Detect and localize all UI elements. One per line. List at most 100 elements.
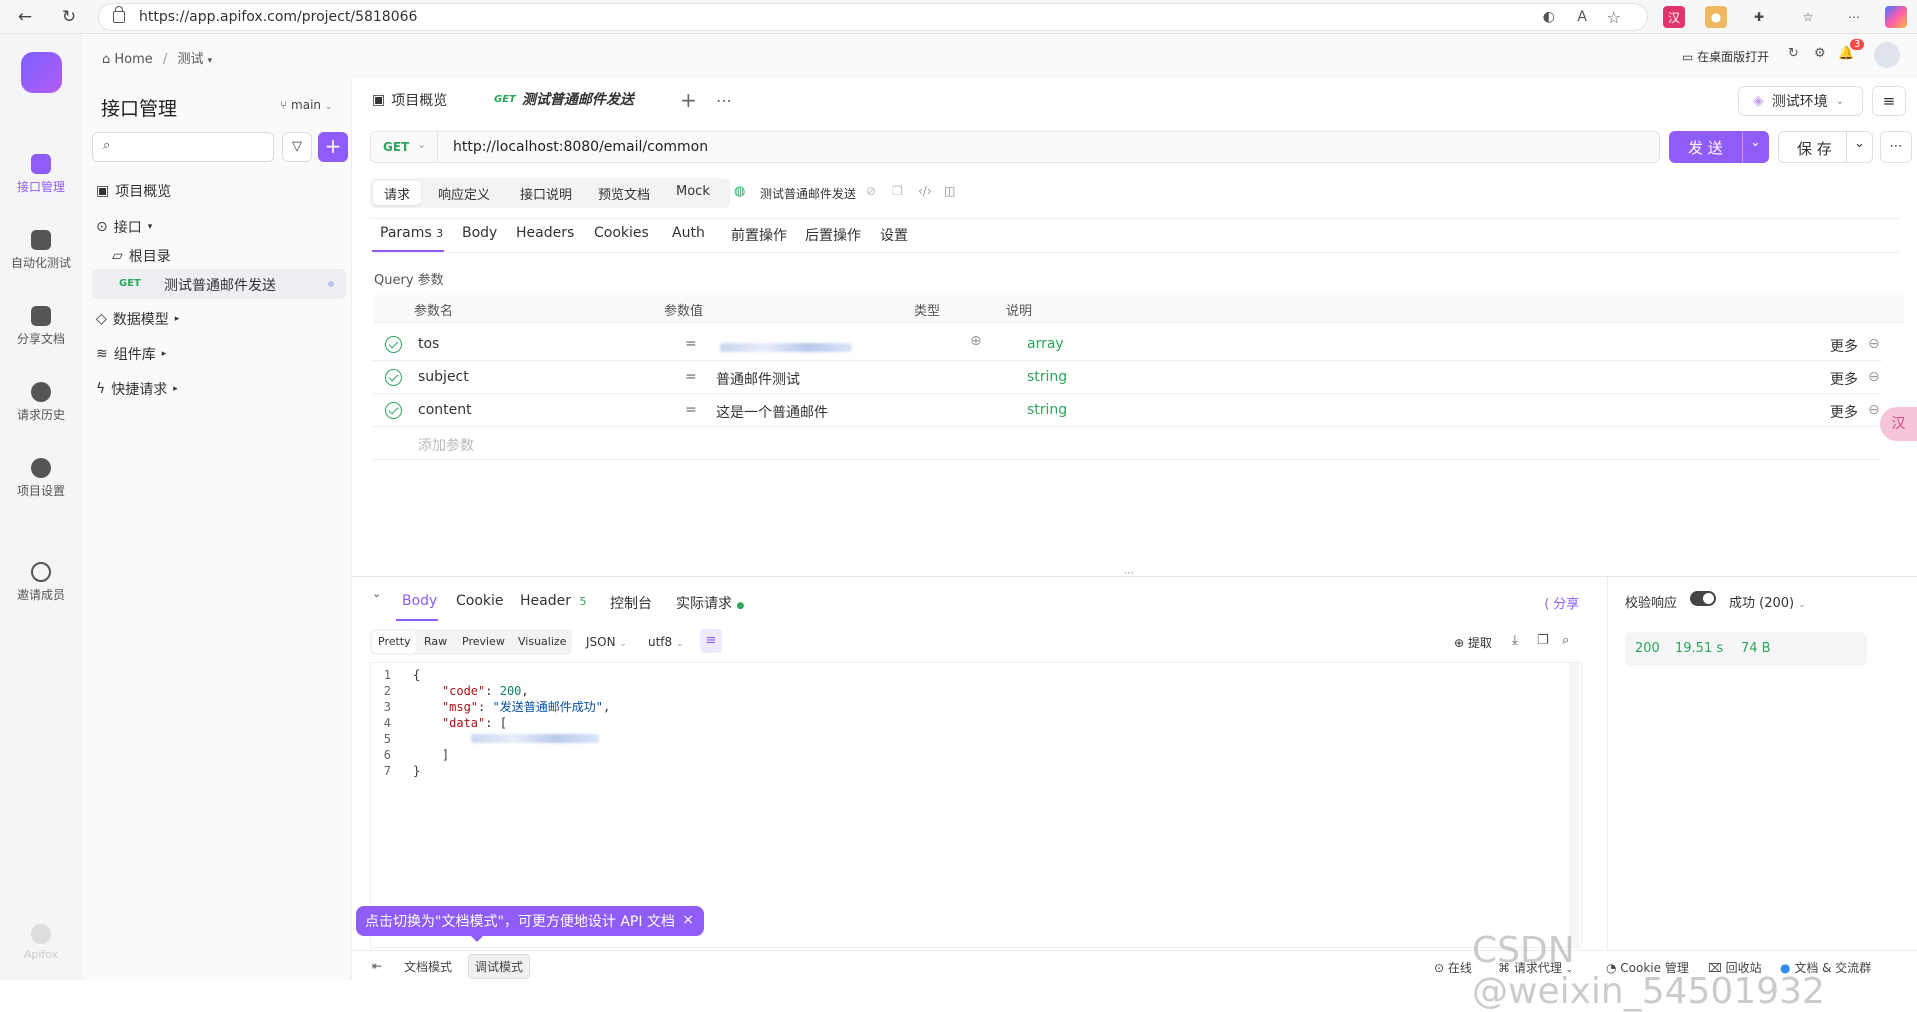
rail-invite[interactable]: 邀请成员 bbox=[0, 562, 82, 603]
subtab-pre[interactable]: 前置操作 bbox=[731, 225, 787, 245]
minus-circle-icon[interactable]: ⊖ bbox=[1868, 369, 1880, 385]
resp-tab-console[interactable]: 控制台 bbox=[610, 593, 652, 613]
rail-settings[interactable]: 项目设置 bbox=[0, 458, 82, 499]
scrollbar[interactable] bbox=[1569, 663, 1579, 947]
download-icon[interactable]: ⤓ bbox=[1512, 633, 1518, 648]
new-tab-button[interactable]: + bbox=[680, 78, 697, 122]
encoding-select[interactable]: utf8 ⌄ bbox=[648, 635, 684, 649]
tree-root-folder[interactable]: ▱ 根目录 bbox=[112, 246, 171, 266]
favorite-icon[interactable]: ☆ bbox=[1607, 8, 1621, 27]
breadcrumb-project[interactable]: 测试 bbox=[177, 52, 203, 67]
url-input[interactable]: http://localhost:8080/email/common bbox=[453, 139, 708, 155]
more-icon[interactable]: ⋯ bbox=[1843, 6, 1865, 28]
subtab-cookies[interactable]: Cookies bbox=[594, 225, 649, 241]
menu-button[interactable]: ≡ bbox=[1872, 86, 1906, 116]
param-type[interactable]: array bbox=[1027, 336, 1064, 352]
rail-history[interactable]: 请求历史 bbox=[0, 382, 82, 423]
address-bar[interactable]: https://app.apifox.com/project/5818066 ◐… bbox=[98, 3, 1648, 31]
add-param-input[interactable]: 添加参数 bbox=[418, 435, 474, 455]
save-button[interactable]: 保 存 ⌄ bbox=[1778, 131, 1873, 163]
subtab-settings[interactable]: 设置 bbox=[880, 225, 908, 245]
collapse-panel-icon[interactable]: ⇤ bbox=[372, 959, 382, 973]
doc-mode-button[interactable]: 文档模式 bbox=[404, 958, 452, 975]
resp-tab-header[interactable]: Header 5 bbox=[520, 593, 586, 609]
open-desktop-link[interactable]: ▭ 在桌面版打开 bbox=[1682, 48, 1769, 65]
param-value[interactable]: 这是一个普通邮件 bbox=[716, 402, 828, 422]
gear-icon[interactable]: ⚙ bbox=[1814, 46, 1826, 61]
more-link[interactable]: 更多 bbox=[1830, 402, 1858, 422]
extension-avatar-icon[interactable]: ● bbox=[1705, 6, 1727, 28]
mode-tab-mock[interactable]: Mock bbox=[676, 184, 710, 199]
extension-icon[interactable]: 汉 bbox=[1663, 6, 1685, 28]
param-value-blurred[interactable] bbox=[720, 340, 852, 356]
avatar[interactable] bbox=[1874, 42, 1900, 68]
checkbox-checked-icon[interactable] bbox=[385, 336, 402, 353]
param-value[interactable]: 普通邮件测试 bbox=[716, 369, 800, 389]
tab-active-api[interactable]: GET 测试普通邮件发送 bbox=[484, 78, 664, 122]
rail-share-docs[interactable]: 分享文档 bbox=[0, 306, 82, 347]
back-icon[interactable]: ← bbox=[12, 4, 38, 30]
wrap-toggle-icon[interactable]: ≡ bbox=[700, 629, 722, 653]
param-type[interactable]: string bbox=[1027, 369, 1067, 385]
tree-data-models[interactable]: ◇ 数据模型 ▸ bbox=[96, 309, 179, 329]
tree-item-selected[interactable]: GET 测试普通邮件发送 bbox=[92, 269, 346, 299]
minus-circle-icon[interactable]: ⊖ bbox=[1868, 402, 1880, 418]
rail-automation[interactable]: 自动化测试 bbox=[0, 230, 82, 271]
tree-overview[interactable]: ▣ 项目概览 bbox=[96, 181, 171, 201]
search-icon[interactable]: ⌕ bbox=[1562, 633, 1569, 648]
param-name[interactable]: subject bbox=[418, 369, 469, 385]
read-aloud-icon[interactable]: A bbox=[1577, 9, 1587, 25]
tab-more-button[interactable]: ⋯ bbox=[716, 78, 732, 122]
refresh-icon[interactable]: ↻ bbox=[56, 4, 82, 30]
view-raw[interactable]: Raw bbox=[424, 635, 447, 648]
tree-quick-request[interactable]: ϟ 快捷请求 ▸ bbox=[96, 379, 178, 399]
resp-tab-actual[interactable]: 实际请求 ● bbox=[676, 593, 744, 613]
method-select[interactable]: GET bbox=[383, 140, 409, 154]
subtab-body[interactable]: Body bbox=[462, 225, 497, 241]
checkbox-checked-icon[interactable] bbox=[385, 369, 402, 386]
sync-icon[interactable]: ↻ bbox=[1788, 46, 1799, 61]
layout-icon[interactable]: ◫ bbox=[944, 184, 955, 198]
env-select[interactable]: ◈ 测试环境 ⌄ bbox=[1738, 86, 1863, 116]
translate-icon[interactable]: ◐ bbox=[1543, 9, 1555, 25]
copilot-icon[interactable] bbox=[1885, 6, 1907, 28]
rail-api-management[interactable]: 接口管理 bbox=[0, 154, 82, 195]
mode-tab-response-def[interactable]: 响应定义 bbox=[438, 184, 490, 203]
floating-translate-icon[interactable]: 汉 bbox=[1880, 407, 1917, 441]
resp-tab-body[interactable]: Body bbox=[402, 593, 437, 609]
more-link[interactable]: 更多 bbox=[1830, 336, 1858, 356]
send-button[interactable]: 发 送 ⌄ bbox=[1669, 131, 1769, 163]
status-select[interactable]: 成功 (200) ⌄ bbox=[1729, 592, 1806, 611]
search-input[interactable]: ⌕ bbox=[92, 132, 274, 162]
param-name[interactable]: tos bbox=[418, 336, 439, 352]
extract-button[interactable]: ⊕ 提取 bbox=[1454, 634, 1492, 651]
checkbox-checked-icon[interactable] bbox=[385, 402, 402, 419]
mode-tab-api-doc[interactable]: 接口说明 bbox=[520, 184, 572, 203]
view-visualize[interactable]: Visualize bbox=[518, 635, 566, 648]
branch-select[interactable]: ⑂ main ⌄ bbox=[280, 98, 332, 112]
copy-icon[interactable]: ❐ bbox=[892, 184, 903, 198]
debug-mode-button[interactable]: 调试模式 bbox=[468, 954, 531, 979]
tab-overview[interactable]: ▣ 项目概览 bbox=[372, 78, 447, 122]
share-button[interactable]: ⟨ 分享 bbox=[1544, 593, 1579, 612]
validate-toggle[interactable] bbox=[1690, 591, 1716, 606]
param-name[interactable]: content bbox=[418, 402, 472, 418]
breadcrumb-home[interactable]: Home bbox=[114, 52, 152, 67]
resp-tab-cookie[interactable]: Cookie bbox=[456, 593, 504, 609]
collections-icon[interactable]: ☆ bbox=[1797, 6, 1819, 28]
puzzle-icon[interactable]: ✚ bbox=[1748, 6, 1770, 28]
minus-circle-icon[interactable]: ⊖ bbox=[1868, 336, 1880, 352]
online-status[interactable]: ⊙ 在线 bbox=[1434, 959, 1472, 976]
close-icon[interactable]: × bbox=[682, 912, 694, 928]
collapse-chevron-icon[interactable]: ⌄ bbox=[372, 587, 381, 600]
view-pretty[interactable]: Pretty bbox=[378, 635, 411, 648]
subtab-post[interactable]: 后置操作 bbox=[805, 225, 861, 245]
mode-tab-preview[interactable]: 预览文档 bbox=[598, 184, 650, 203]
view-preview[interactable]: Preview bbox=[462, 635, 505, 648]
param-type[interactable]: string bbox=[1027, 402, 1067, 418]
add-button[interactable]: + bbox=[318, 132, 348, 162]
more-link[interactable]: 更多 bbox=[1830, 369, 1858, 389]
copy-icon[interactable]: ❐ bbox=[1537, 633, 1549, 648]
more-actions-button[interactable]: ⋯ bbox=[1880, 131, 1912, 163]
format-select[interactable]: JSON ⌄ bbox=[586, 635, 627, 649]
